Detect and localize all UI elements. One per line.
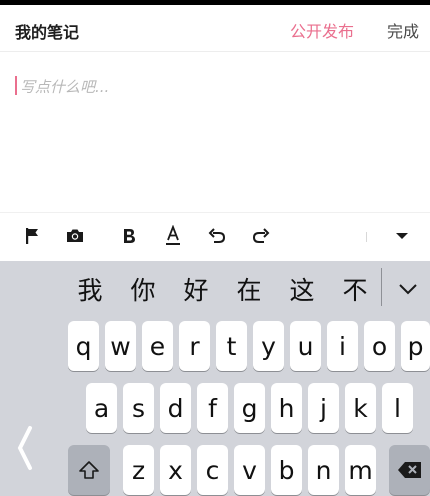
text-caret: [15, 76, 17, 95]
key-p[interactable]: p: [401, 321, 430, 371]
key-j[interactable]: j: [308, 383, 339, 433]
key-o[interactable]: o: [364, 321, 395, 371]
backspace-key[interactable]: [389, 445, 430, 495]
redo-icon[interactable]: [249, 224, 273, 248]
key-g[interactable]: g: [234, 383, 265, 433]
text-color-icon[interactable]: [161, 224, 185, 248]
key-x[interactable]: x: [160, 445, 191, 495]
chevron-down-icon[interactable]: [396, 277, 420, 301]
key-y[interactable]: y: [253, 321, 284, 371]
done-button[interactable]: 完成: [387, 18, 419, 42]
candidate-word[interactable]: 你: [127, 274, 159, 308]
key-q[interactable]: q: [68, 321, 99, 371]
key-h[interactable]: h: [271, 383, 302, 433]
flag-icon[interactable]: [20, 224, 44, 248]
candidate-divider: [381, 268, 382, 306]
key-w[interactable]: w: [105, 321, 136, 371]
shift-key[interactable]: [68, 445, 110, 495]
bold-icon[interactable]: [117, 224, 141, 248]
key-v[interactable]: v: [234, 445, 265, 495]
shift-icon: [79, 461, 99, 479]
key-i[interactable]: i: [327, 321, 358, 371]
key-r[interactable]: r: [179, 321, 210, 371]
key-t[interactable]: t: [216, 321, 247, 371]
header: 我的笔记 公开发布 完成: [0, 5, 430, 51]
key-s[interactable]: s: [123, 383, 154, 433]
undo-icon[interactable]: [205, 224, 229, 248]
key-n[interactable]: n: [308, 445, 339, 495]
key-k[interactable]: k: [345, 383, 376, 433]
key-e[interactable]: e: [142, 321, 173, 371]
key-u[interactable]: u: [290, 321, 321, 371]
key-a[interactable]: a: [86, 383, 117, 433]
key-l[interactable]: l: [382, 383, 413, 433]
editor-placeholder: 写点什么吧...: [20, 78, 110, 96]
publish-button[interactable]: 公开发布: [290, 18, 354, 42]
candidate-word[interactable]: 在: [233, 274, 265, 308]
candidate-word[interactable]: 这: [286, 274, 318, 308]
key-d[interactable]: d: [160, 383, 191, 433]
key-m[interactable]: m: [345, 445, 376, 495]
key-f[interactable]: f: [197, 383, 228, 433]
key-z[interactable]: z: [123, 445, 154, 495]
camera-icon[interactable]: [63, 224, 87, 248]
candidate-word[interactable]: 好: [180, 274, 212, 308]
collapse-icon[interactable]: [390, 224, 414, 248]
toolbar-divider: [366, 232, 367, 242]
candidate-word[interactable]: 不: [339, 274, 371, 308]
key-b[interactable]: b: [271, 445, 302, 495]
key-c[interactable]: c: [197, 445, 228, 495]
candidate-word[interactable]: 我: [74, 274, 106, 308]
backspace-icon: [397, 462, 421, 478]
one-hand-mode-handle[interactable]: [14, 425, 36, 471]
page-title: 我的笔记: [15, 23, 80, 42]
